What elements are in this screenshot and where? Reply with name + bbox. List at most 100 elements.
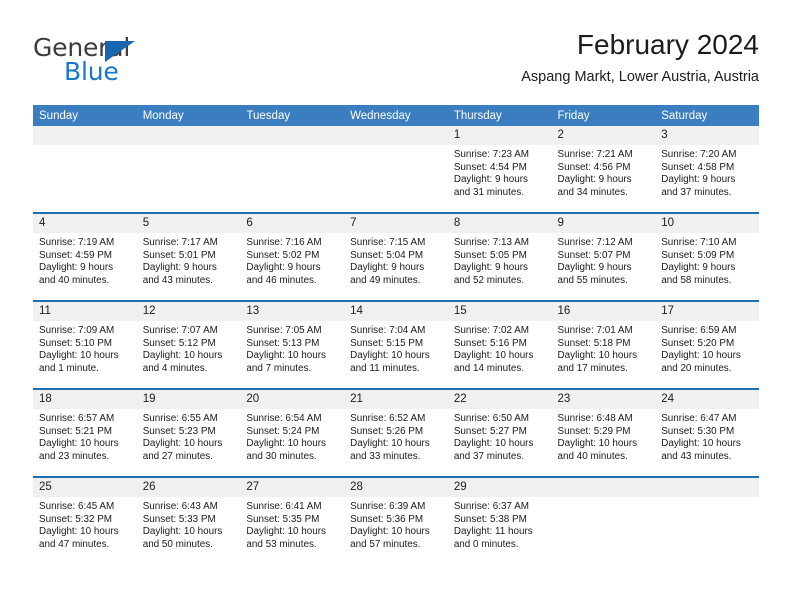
calendar-week-row: 11 Sunrise: 7:09 AM Sunset: 5:10 PM Dayligh…	[33, 300, 759, 389]
day-details: Sunrise: 7:23 AM Sunset: 4:54 PM Daylight:…	[448, 145, 552, 199]
daylight-duration-line1: Daylight: 10 hours	[453, 350, 534, 362]
calendar-day-cell[interactable]: 4 Sunrise: 7:19 AM Sunset: 4:59 PM Daylight…	[33, 212, 137, 301]
calendar-day-cell[interactable]: 6 Sunrise: 7:16 AM Sunset: 5:02 PM Daylight…	[240, 212, 345, 301]
day-details: Sunrise: 7:09 AM Sunset: 5:10 PM Daylight:…	[33, 321, 137, 375]
daylight-duration-line2: and 57 minutes.	[350, 538, 421, 550]
sunrise-time: Sunrise: 6:55 AM	[142, 413, 218, 424]
sunrise-time: Sunrise: 6:59 AM	[661, 325, 737, 336]
general-blue-logo[interactable]: General Blue	[33, 34, 263, 90]
daylight-duration-line1: Daylight: 10 hours	[557, 350, 638, 362]
sunrise-time: Sunrise: 7:05 AM	[246, 325, 322, 336]
sunset-time: Sunset: 5:26 PM	[350, 425, 424, 437]
calendar-day-cell[interactable]: 16 Sunrise: 7:01 AM Sunset: 5:18 PM Dayligh…	[551, 300, 656, 389]
day-details: Sunrise: 6:41 AM Sunset: 5:35 PM Daylight:…	[240, 497, 344, 551]
day-number: 27	[240, 478, 345, 497]
sunrise-time: Sunrise: 6:54 AM	[246, 413, 322, 424]
day-number: 15	[447, 302, 552, 321]
day-details: Sunrise: 7:10 AM Sunset: 5:09 PM Daylight:…	[655, 233, 759, 287]
daylight-duration-line2: and 50 minutes.	[142, 538, 213, 550]
day-number	[344, 126, 448, 145]
daylight-duration-line1: Daylight: 11 hours	[453, 526, 533, 538]
daylight-duration-line1: Daylight: 10 hours	[142, 438, 223, 450]
daylight-duration-line2: and 7 minutes.	[246, 362, 312, 374]
calendar-day-cell[interactable]: 18 Sunrise: 6:57 AM Sunset: 5:21 PM Dayligh…	[33, 388, 137, 477]
calendar-day-cell[interactable]: 11 Sunrise: 7:09 AM Sunset: 5:10 PM Dayligh…	[33, 300, 137, 389]
sunset-time: Sunset: 5:05 PM	[453, 249, 527, 261]
day-details: Sunrise: 7:20 AM Sunset: 4:58 PM Daylight:…	[655, 145, 759, 199]
sunset-time: Sunset: 5:21 PM	[39, 425, 113, 437]
sunrise-time: Sunrise: 6:39 AM	[350, 501, 426, 512]
daylight-duration-line1: Daylight: 10 hours	[453, 438, 534, 450]
daylight-duration-line2: and 46 minutes.	[246, 274, 317, 286]
daylight-duration-line2: and 17 minutes.	[557, 362, 628, 374]
day-number: 13	[240, 302, 345, 321]
day-number: 19	[136, 390, 241, 409]
sunrise-time: Sunrise: 7:10 AM	[661, 237, 737, 248]
daylight-duration-line2: and 58 minutes.	[661, 274, 732, 286]
calendar-day-cell[interactable]: 2 Sunrise: 7:21 AM Sunset: 4:56 PM Daylight…	[551, 126, 656, 213]
calendar-day-cell[interactable]: 12 Sunrise: 7:07 AM Sunset: 5:12 PM Dayligh…	[136, 300, 241, 389]
day-number: 20	[240, 390, 345, 409]
day-number: 25	[33, 478, 137, 497]
day-details: Sunrise: 7:17 AM Sunset: 5:01 PM Daylight:…	[137, 233, 241, 287]
calendar-day-cell[interactable]: 9 Sunrise: 7:12 AM Sunset: 5:07 PM Daylight…	[551, 212, 656, 301]
day-details: Sunrise: 7:01 AM Sunset: 5:18 PM Daylight:…	[552, 321, 656, 375]
title-block: February 2024 Aspang Markt, Lower Austri…	[521, 28, 759, 87]
daylight-duration-line1: Daylight: 10 hours	[246, 350, 326, 362]
weekday-header-friday: Friday	[551, 105, 656, 126]
calendar-day-cell[interactable]: 22 Sunrise: 6:50 AM Sunset: 5:27 PM Dayligh…	[447, 388, 552, 477]
calendar-day-cell[interactable]: 8 Sunrise: 7:13 AM Sunset: 5:05 PM Daylight…	[447, 212, 552, 301]
day-details: Sunrise: 6:52 AM Sunset: 5:26 PM Daylight:…	[344, 409, 448, 463]
day-number: 2	[551, 126, 656, 145]
calendar-day-cell[interactable]: 17 Sunrise: 6:59 AM Sunset: 5:20 PM Dayligh…	[655, 300, 759, 389]
daylight-duration-line1: Daylight: 9 hours	[661, 262, 736, 274]
day-number: 5	[136, 214, 241, 233]
day-number: 12	[136, 302, 241, 321]
calendar-day-cell[interactable]: 5 Sunrise: 7:17 AM Sunset: 5:01 PM Daylight…	[136, 212, 241, 301]
sunset-time: Sunset: 5:33 PM	[142, 513, 216, 525]
weekday-header-tuesday: Tuesday	[240, 105, 345, 126]
day-number: 9	[551, 214, 656, 233]
calendar-day-cell[interactable]: 27 Sunrise: 6:41 AM Sunset: 5:35 PM Dayligh…	[240, 476, 345, 564]
sunrise-time: Sunrise: 7:15 AM	[350, 237, 426, 248]
day-number: 4	[33, 214, 137, 233]
sunset-time: Sunset: 5:07 PM	[557, 249, 631, 261]
calendar-day-cell[interactable]: 28 Sunrise: 6:39 AM Sunset: 5:36 PM Dayligh…	[344, 476, 448, 564]
sunrise-time: Sunrise: 7:01 AM	[557, 325, 633, 336]
sunrise-time: Sunrise: 6:50 AM	[453, 413, 530, 424]
calendar-day-cell[interactable]: 7 Sunrise: 7:15 AM Sunset: 5:04 PM Daylight…	[344, 212, 448, 301]
calendar-cell-empty	[655, 476, 759, 564]
calendar-day-cell[interactable]: 29 Sunrise: 6:37 AM Sunset: 5:38 PM Dayligh…	[447, 476, 552, 564]
sunset-time: Sunset: 5:04 PM	[350, 249, 424, 261]
daylight-duration-line2: and 43 minutes.	[142, 274, 213, 286]
day-details: Sunrise: 6:47 AM Sunset: 5:30 PM Daylight:…	[655, 409, 759, 463]
calendar-day-cell[interactable]: 23 Sunrise: 6:48 AM Sunset: 5:29 PM Dayligh…	[551, 388, 656, 477]
calendar-day-cell[interactable]: 21 Sunrise: 6:52 AM Sunset: 5:26 PM Dayligh…	[344, 388, 448, 477]
calendar-day-cell[interactable]: 10 Sunrise: 7:10 AM Sunset: 5:09 PM Dayligh…	[655, 212, 759, 301]
day-details: Sunrise: 7:13 AM Sunset: 5:05 PM Daylight:…	[448, 233, 552, 287]
calendar-day-cell[interactable]: 26 Sunrise: 6:43 AM Sunset: 5:33 PM Dayligh…	[136, 476, 241, 564]
calendar-day-cell[interactable]: 1 Sunrise: 7:23 AM Sunset: 4:54 PM Daylight…	[447, 126, 552, 213]
weekday-header-sunday: Sunday	[33, 105, 137, 126]
calendar-day-cell[interactable]: 20 Sunrise: 6:54 AM Sunset: 5:24 PM Dayligh…	[240, 388, 345, 477]
calendar-week-row: 1 Sunrise: 7:23 AM Sunset: 4:54 PM Daylight…	[33, 126, 759, 213]
sunrise-time: Sunrise: 6:52 AM	[350, 413, 426, 424]
day-details: Sunrise: 7:05 AM Sunset: 5:13 PM Daylight:…	[240, 321, 344, 375]
day-number: 26	[136, 478, 241, 497]
sunset-time: Sunset: 4:54 PM	[453, 161, 527, 173]
sunset-time: Sunset: 5:27 PM	[453, 425, 527, 437]
calendar-day-cell[interactable]: 14 Sunrise: 7:04 AM Sunset: 5:15 PM Dayligh…	[344, 300, 448, 389]
calendar-day-cell[interactable]: 24 Sunrise: 6:47 AM Sunset: 5:30 PM Dayligh…	[655, 388, 759, 477]
calendar-day-cell[interactable]: 25 Sunrise: 6:45 AM Sunset: 5:32 PM Dayligh…	[33, 476, 137, 564]
daylight-duration-line2: and 37 minutes.	[661, 186, 732, 198]
sunrise-time: Sunrise: 7:12 AM	[557, 237, 633, 248]
day-details: Sunrise: 7:07 AM Sunset: 5:12 PM Daylight:…	[137, 321, 241, 375]
calendar-day-cell[interactable]: 19 Sunrise: 6:55 AM Sunset: 5:23 PM Dayligh…	[136, 388, 241, 477]
daylight-duration-line2: and 49 minutes.	[350, 274, 421, 286]
sunset-time: Sunset: 4:58 PM	[661, 161, 735, 173]
daylight-duration-line2: and 33 minutes.	[350, 450, 421, 462]
day-number: 17	[655, 302, 759, 321]
calendar-day-cell[interactable]: 13 Sunrise: 7:05 AM Sunset: 5:13 PM Dayligh…	[240, 300, 345, 389]
calendar-day-cell[interactable]: 15 Sunrise: 7:02 AM Sunset: 5:16 PM Dayligh…	[447, 300, 552, 389]
calendar-day-cell[interactable]: 3 Sunrise: 7:20 AM Sunset: 4:58 PM Daylight…	[655, 126, 759, 213]
